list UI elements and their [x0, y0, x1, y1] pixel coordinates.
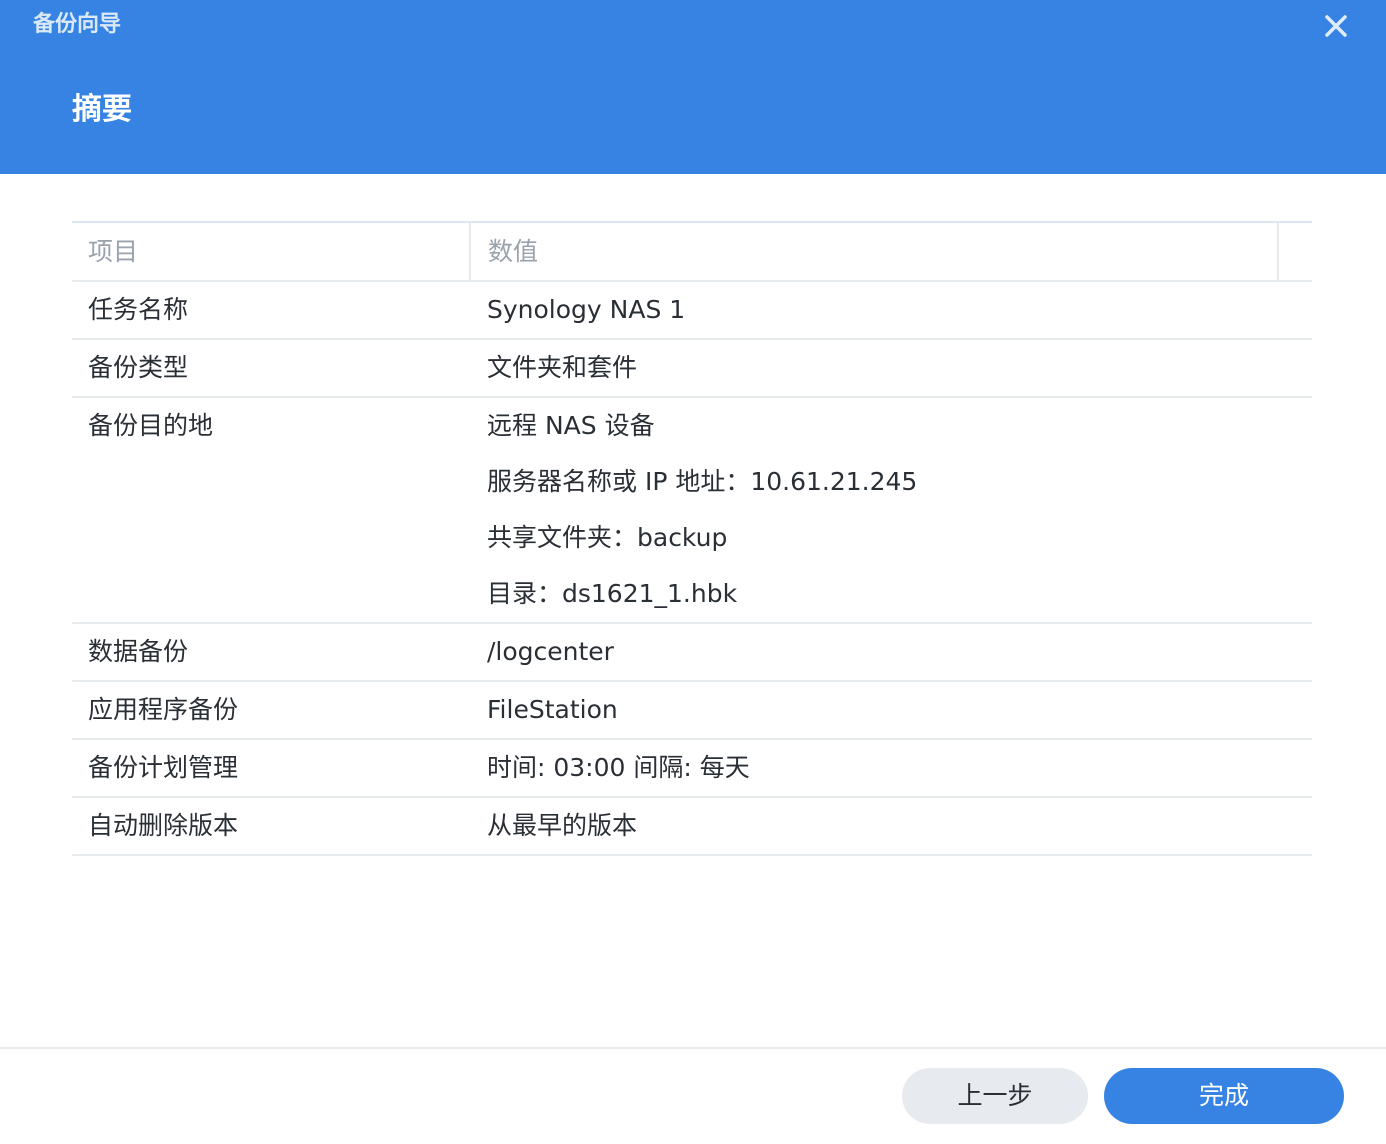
row-value: 远程 NAS 设备 服务器名称或 IP 地址：10.61.21.245 共享文件… [487, 398, 1312, 622]
row-value: FileStation [487, 682, 1312, 738]
row-value-line: 文件夹和套件 [487, 353, 638, 382]
row-label: 应用程序备份 [88, 695, 239, 724]
step-title: 摘要 [72, 92, 132, 127]
column-divider[interactable] [1277, 223, 1279, 280]
row-value: /logcenter [487, 624, 1312, 680]
row-value-line: 共享文件夹：backup [487, 523, 728, 552]
table-row: 数据备份 /logcenter [72, 624, 1312, 682]
close-button[interactable] [1318, 8, 1354, 44]
table-header: 项目 数值 [72, 223, 1312, 282]
row-label: 备份目的地 [88, 411, 214, 440]
summary-table: 项目 数值 任务名称 Synology NAS 1 备份类型 文件夹和套件 备份… [72, 221, 1312, 856]
row-value-line: 远程 NAS 设备 [487, 411, 655, 440]
column-header-item[interactable]: 项目 [88, 223, 138, 280]
row-value-line: 从最早的版本 [487, 811, 638, 840]
table-row: 备份目的地 远程 NAS 设备 服务器名称或 IP 地址：10.61.21.24… [72, 398, 1312, 624]
table-row: 备份类型 文件夹和套件 [72, 340, 1312, 398]
back-button[interactable]: 上一步 [902, 1068, 1088, 1124]
row-value: 时间: 03:00 间隔: 每天 [487, 740, 1312, 796]
row-value-line: 服务器名称或 IP 地址：10.61.21.245 [487, 467, 918, 496]
table-row: 备份计划管理 时间: 03:00 间隔: 每天 [72, 740, 1312, 798]
row-value-line: Synology NAS 1 [487, 295, 686, 324]
footer-divider [0, 1047, 1386, 1049]
table-row: 任务名称 Synology NAS 1 [72, 282, 1312, 340]
close-icon [1318, 8, 1354, 44]
row-value-line: 时间: 03:00 间隔: 每天 [487, 753, 750, 782]
column-header-value[interactable]: 数值 [488, 223, 538, 280]
row-label: 备份类型 [88, 353, 189, 382]
table-row: 应用程序备份 FileStation [72, 682, 1312, 740]
table-row: 自动删除版本 从最早的版本 [72, 798, 1312, 856]
row-label: 任务名称 [88, 295, 189, 324]
row-label: 备份计划管理 [88, 753, 239, 782]
row-value-line: FileStation [487, 695, 618, 724]
row-value: 从最早的版本 [487, 798, 1312, 854]
row-value: 文件夹和套件 [487, 340, 1312, 396]
finish-button[interactable]: 完成 [1104, 1068, 1344, 1124]
row-label: 自动删除版本 [88, 811, 239, 840]
row-value: Synology NAS 1 [487, 282, 1312, 338]
column-divider[interactable] [469, 223, 471, 280]
wizard-header: 备份向导 摘要 [0, 0, 1386, 174]
row-label: 数据备份 [88, 637, 189, 666]
window-title: 备份向导 [33, 12, 122, 37]
row-value-line: 目录：ds1621_1.hbk [487, 579, 738, 608]
row-value-line: /logcenter [487, 637, 614, 666]
